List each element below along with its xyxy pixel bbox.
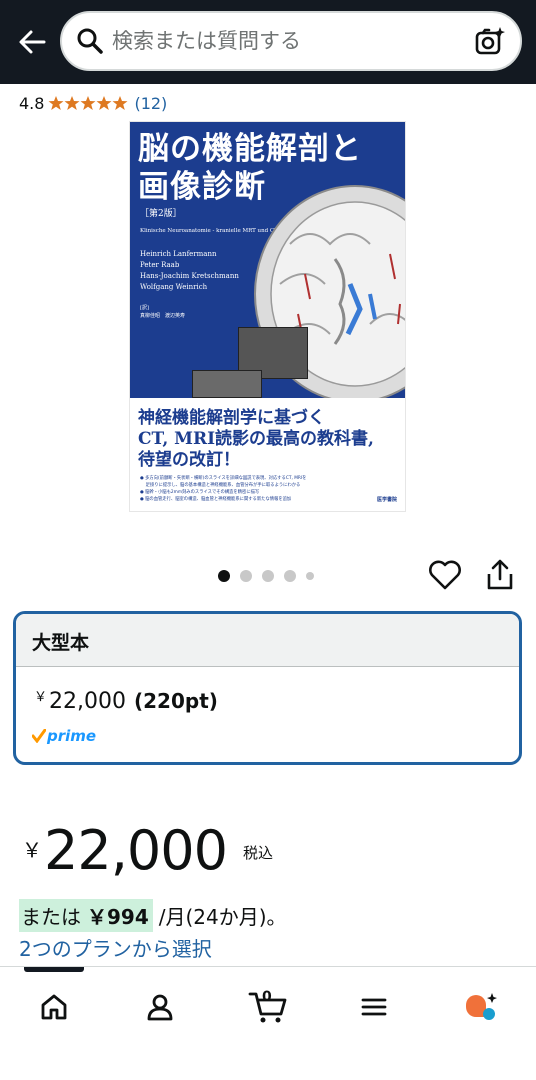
format-points: (220pt): [134, 689, 218, 713]
cover-bullet: 足掛りに提示し、脳の基本構造と神経機能系、血管分布が手に取るようにわかる: [140, 483, 301, 488]
pager-dot[interactable]: [306, 572, 314, 580]
heart-icon: [429, 560, 461, 590]
main-price: ￥ 22,000 税込: [22, 818, 273, 884]
pager-dot-active[interactable]: [218, 570, 230, 582]
tax-included-label: 税込: [242, 844, 273, 862]
account-icon: [147, 994, 173, 1021]
translators-label: [訳]: [140, 305, 149, 311]
format-name: 大型本: [16, 614, 519, 667]
back-button[interactable]: [12, 22, 52, 62]
star-icon: [48, 96, 64, 110]
cart-count: 0: [262, 989, 272, 1005]
nav-cart[interactable]: 0: [246, 987, 290, 1027]
prime-badge: prime: [32, 727, 96, 745]
share-button[interactable]: [484, 558, 516, 592]
price-amount: 22,000: [44, 819, 228, 882]
rufus-icon: [466, 993, 497, 1020]
cover-author: Peter Raab: [140, 261, 180, 269]
cover-title-line1: 脳の機能解剖と: [138, 131, 362, 167]
nav-home[interactable]: [34, 987, 74, 1027]
home-icon: [41, 994, 67, 1020]
search-bar[interactable]: [60, 11, 522, 71]
installment-highlight: または ￥994: [19, 899, 153, 932]
cover-authors: Heinrich Lanfermann Peter Raab Hans-Joac…: [140, 249, 239, 293]
cover-author: Hans-Joachim Kretschmann: [140, 272, 239, 280]
format-yen: ￥: [34, 690, 48, 705]
star-icon: [80, 96, 96, 110]
cover-translators: [訳] 真柳佳昭 渡辺英寿: [140, 304, 185, 320]
cover-tagline: 神経機能解剖学に基づく CT, MRI読影の最高の教科書, 待望の改訂！: [138, 408, 374, 471]
star-icon: [112, 96, 128, 110]
search-icon: [77, 28, 103, 54]
price-yen-symbol: ￥: [22, 838, 42, 862]
search-input[interactable]: [112, 13, 452, 69]
cover-edition: ［第2版］: [140, 209, 182, 219]
ct-inset-image: [192, 370, 262, 398]
nav-account[interactable]: [140, 987, 180, 1027]
installment-suffix: /月(24か月)。: [158, 905, 287, 929]
tagline-line: 神経機能解剖学に基づく: [138, 408, 325, 428]
translators-names: 真柳佳昭 渡辺英寿: [140, 313, 186, 319]
installment-amount: ￥994: [87, 905, 149, 929]
wishlist-button[interactable]: [428, 558, 462, 592]
nav-rufus[interactable]: [460, 987, 500, 1027]
menu-icon: [361, 998, 387, 1016]
pager-dot[interactable]: [284, 570, 296, 582]
format-price: ￥22,000 (220pt): [34, 686, 218, 714]
bottom-nav: 0: [0, 966, 536, 1080]
rating-row[interactable]: 4.8 (12): [19, 92, 167, 114]
cover-author: Wolfgang Weinrich: [140, 283, 208, 291]
star-icon: [96, 96, 112, 110]
nav-menu[interactable]: [354, 987, 394, 1027]
prime-check-icon: [32, 729, 46, 743]
cover-publisher: 医学書院: [376, 497, 397, 503]
prime-label: prime: [47, 727, 97, 745]
cover-author: Heinrich Lanfermann: [140, 250, 217, 258]
cover-bullet: ● 脳幹・小脳も2mm刻みのスライスでその構造を精密に描写: [140, 490, 260, 495]
installment-plan-link[interactable]: 2つのプランから選択: [19, 933, 212, 962]
product-image[interactable]: 脳の機能解剖と 画像診断 ［第2版］ Klinische Neuroanatom…: [129, 121, 406, 512]
cover-bullet: ● 多方向(前額断・矢状断・横断)のスライスを詳細な図説で表現、対応するCT, …: [140, 476, 307, 481]
share-icon: [487, 559, 513, 590]
installment-prefix: または: [21, 905, 81, 929]
tagline-line: 待望の改訂！: [138, 450, 240, 470]
image-pager[interactable]: [218, 570, 324, 582]
pager-dot[interactable]: [240, 570, 252, 582]
rating-value: 4.8: [19, 93, 45, 113]
cover-bullet: ● 脳の血管走行、脳室の構造、脳血管と神経機能系に関する新たな情報を追加: [140, 497, 292, 502]
format-option-selected[interactable]: 大型本 ￥22,000 (220pt) prime: [13, 611, 522, 765]
back-arrow-icon: [19, 30, 46, 54]
star-rating: [48, 95, 128, 111]
pager-dot[interactable]: [262, 570, 274, 582]
cover-top-panel: 脳の機能解剖と 画像診断 ［第2版］ Klinische Neuroanatom…: [130, 122, 405, 398]
tagline-line: CT, MRI読影の最高の教科書,: [138, 429, 374, 449]
camera-search-icon[interactable]: [474, 25, 506, 57]
cover-bullets: ● 多方向(前額断・矢状断・横断)のスライスを詳細な図説で表現、対応するCT, …: [140, 475, 362, 503]
active-tab-indicator: [24, 967, 84, 972]
rating-count-link[interactable]: (12): [134, 94, 167, 113]
top-header: [0, 0, 536, 84]
star-icon: [64, 96, 80, 110]
format-price-value: 22,000: [49, 689, 126, 714]
installment-offer: または ￥994 /月(24か月)。: [19, 899, 287, 932]
